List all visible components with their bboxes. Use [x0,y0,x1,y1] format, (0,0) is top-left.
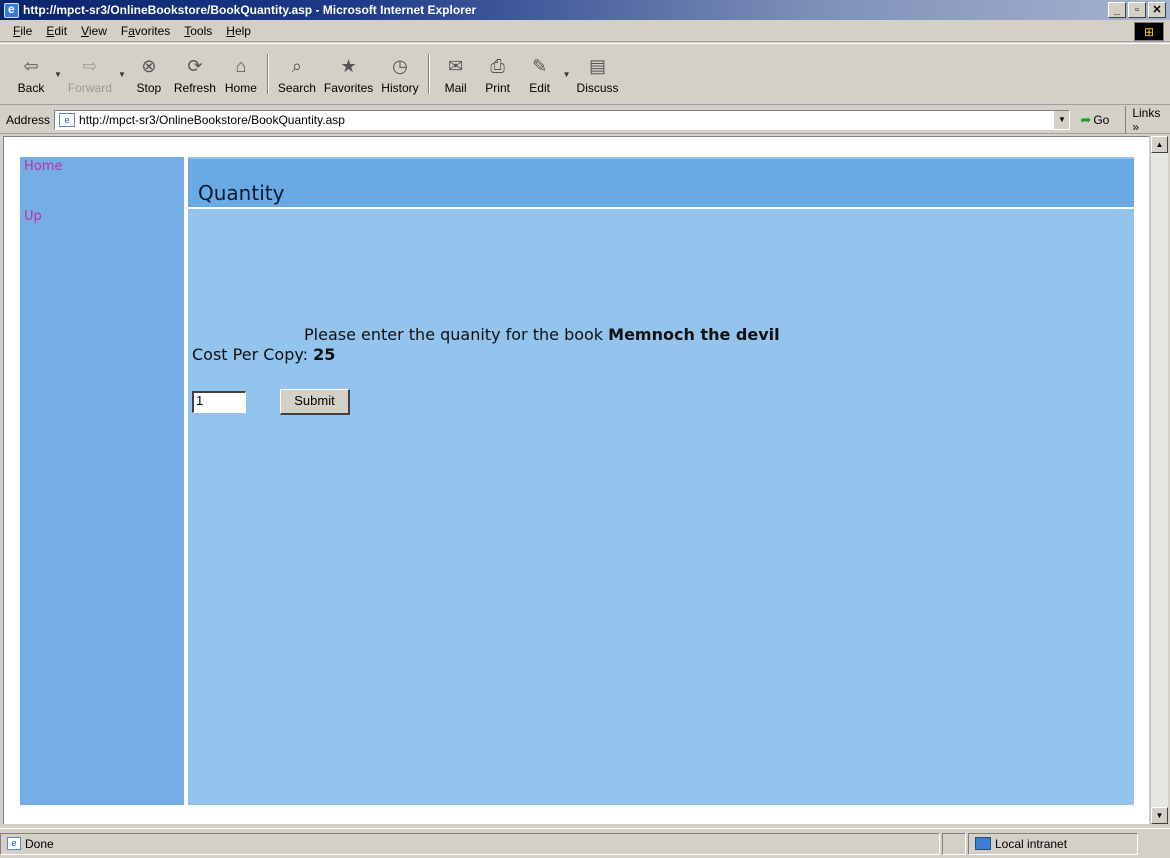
main-content: Quantity Please enter the quanity for th… [186,157,1134,805]
history-icon: ◷ [392,55,408,76]
submit-button[interactable]: Submit [280,389,350,415]
back-arrow-icon: ⇦ [23,55,39,76]
quantity-input[interactable]: 1 [192,391,246,413]
mail-icon: ✉ [448,55,464,76]
local-intranet-icon [975,837,991,850]
refresh-button[interactable]: ⟳ Refresh [170,47,220,101]
mail-button[interactable]: ✉ Mail [435,47,477,101]
search-icon: ⌕ [291,55,302,76]
forward-dropdown-icon[interactable]: ▼ [118,70,126,79]
cost-label: Cost Per Copy: [192,345,309,364]
page-done-icon: e [7,837,21,850]
scroll-up-icon[interactable]: ▲ [1151,136,1168,153]
menu-bar: File Edit View Favorites Tools Help [0,20,1170,42]
restore-button[interactable]: ▫ [1128,2,1146,18]
home-button[interactable]: ⌂ Home [220,47,262,101]
page-icon: e [59,112,76,127]
go-button[interactable]: ➦ Go [1080,112,1109,128]
page-title: Quantity [198,181,285,205]
print-icon: ⎙ [490,55,505,76]
left-navigation: Home Up [20,157,184,805]
edit-button[interactable]: ✎ Edit [519,47,561,101]
quantity-prompt: Please enter the quanity for the book Me… [304,325,780,344]
address-bar: Address e http://mpct-sr3/OnlineBookstor… [0,105,1170,134]
status-text: Done [25,836,54,851]
discuss-icon: ▤ [589,55,607,76]
edit-dropdown-icon[interactable]: ▼ [563,70,571,79]
nav-link-home[interactable]: Home [24,159,62,174]
window-title: http://mpct-sr3/OnlineBookstore/BookQuan… [23,3,477,17]
page-viewport: Home Up Quantity Please enter the quanit… [3,136,1149,824]
address-url[interactable]: http://mpct-sr3/OnlineBookstore/BookQuan… [79,113,345,127]
menu-file[interactable]: File [6,24,39,38]
back-button[interactable]: ⇦ Back [10,47,52,101]
book-title: Memnoch the devil [608,325,780,344]
page-header: Quantity [188,159,1134,209]
status-panel [942,832,966,855]
menu-view[interactable]: View [74,24,114,38]
security-zone: Local intranet [968,832,1138,855]
edit-icon: ✎ [532,55,548,76]
toolbar-separator [427,54,430,94]
scroll-down-icon[interactable]: ▼ [1151,807,1168,824]
status-text-area: e Done [0,832,940,855]
address-input[interactable]: e http://mpct-sr3/OnlineBookstore/BookQu… [54,109,1071,130]
discuss-button[interactable]: ▤ Discuss [573,47,623,101]
address-label: Address [6,112,51,127]
window-controls: _ ▫ ✕ [1108,2,1166,18]
stop-icon: ⊗ [141,55,157,76]
stop-button[interactable]: ⊗ Stop [128,47,170,101]
nav-link-up[interactable]: Up [24,209,42,224]
cost-value: 25 [313,345,336,364]
menu-help[interactable]: Help [219,24,258,38]
address-dropdown-icon[interactable]: ▼ [1053,110,1070,129]
favorites-icon: ★ [340,55,357,76]
forward-arrow-icon: ⇨ [82,55,98,76]
home-icon: ⌂ [235,55,247,76]
status-bar: e Done Local intranet [0,828,1170,858]
minimize-button[interactable]: _ [1108,2,1126,18]
menu-favorites[interactable]: Favorites [114,24,177,38]
zone-label: Local intranet [995,836,1068,851]
ie-logo-icon [4,2,19,18]
menu-tools[interactable]: Tools [177,24,219,38]
title-bar: http://mpct-sr3/OnlineBookstore/BookQuan… [0,0,1170,20]
vertical-scrollbar[interactable]: ▲ ▼ [1150,136,1168,824]
back-dropdown-icon[interactable]: ▼ [54,70,62,79]
standard-toolbar: ⇦ Back ▼ ⇨ Forward ▼ ⊗ Stop ⟳ Refresh ⌂ … [0,43,1170,105]
menu-edit[interactable]: Edit [39,24,74,38]
close-button[interactable]: ✕ [1148,2,1166,18]
go-arrow-icon: ➦ [1080,111,1092,127]
favorites-button[interactable]: ★ Favorites [320,47,377,101]
links-button[interactable]: Links » [1125,105,1170,134]
search-button[interactable]: ⌕ Search [274,47,320,101]
cost-per-copy: Cost Per Copy: 25 [192,345,335,364]
print-button[interactable]: ⎙ Print [477,47,519,101]
prompt-text: Please enter the quanity for the book [304,325,604,344]
history-button[interactable]: ◷ History [377,47,422,101]
refresh-icon: ⟳ [187,55,203,76]
toolbar-separator [266,54,269,94]
windows-logo-icon: ⊞ [1134,22,1164,41]
forward-button[interactable]: ⇨ Forward [64,47,116,101]
